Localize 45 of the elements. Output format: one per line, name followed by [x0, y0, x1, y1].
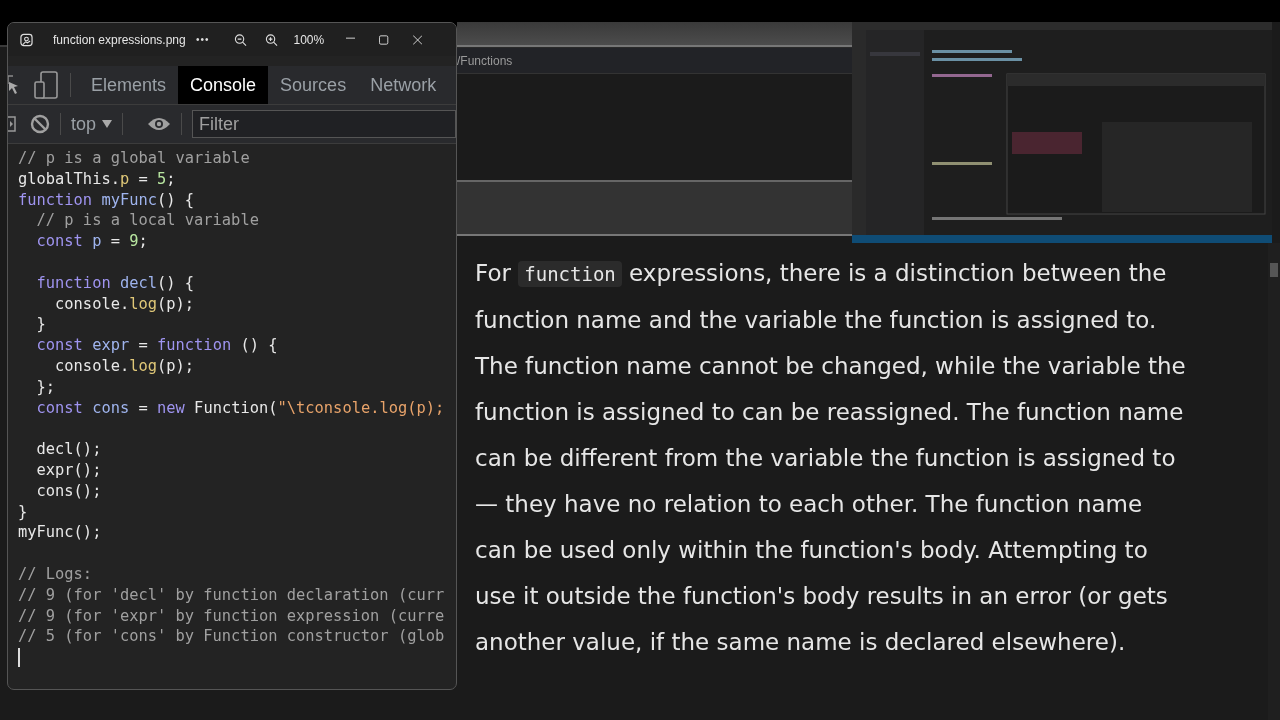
sidebar-toggle-icon[interactable]	[8, 116, 16, 132]
code-line: // 9 (for 'expr' by function expression (curre	[18, 606, 445, 625]
code-line: // p is a local variable	[35, 211, 259, 230]
code-line: cons();	[35, 481, 102, 500]
article-paragraph: For function expressions, there is a distinction between the function name and the variable the function is assigned to. The function name cannot be changed, while the variable the function is assigned to can be reassigned. The function name can be different from the variable the function is assigned to — they have no relation to each other. The function name can be used only within the function's body. Attempting to use it outside the function's body results in an error (or gets another value, if the same name is declared elsewhere).	[475, 259, 1187, 657]
clear-console-icon[interactable]	[30, 114, 50, 134]
code-line: expr();	[35, 460, 102, 479]
eye-icon[interactable]	[147, 116, 172, 132]
devtools-tab[interactable]: Elements	[79, 66, 179, 104]
more-button[interactable]: •••	[190, 34, 216, 45]
close-icon[interactable]	[412, 34, 422, 45]
code-line: // 9 (for 'decl' by function declaration (curr	[18, 585, 445, 604]
code-line: function decl() {	[35, 273, 195, 292]
breadcrumb-path: /Functions	[457, 53, 513, 68]
code-line: globalThis.p = 5;	[18, 169, 176, 188]
devtools-tab[interactable]: Network	[358, 66, 449, 104]
image-icon	[20, 32, 33, 47]
window-title: function expressions.png	[52, 32, 187, 47]
context-dropdown[interactable]: top	[71, 113, 113, 135]
scrollbar[interactable]	[1268, 243, 1280, 720]
code-line: // 5 (for 'cons' by Function constructor (glob	[18, 627, 445, 646]
code-line: };	[35, 377, 56, 396]
code-line: const p = 9;	[35, 232, 148, 251]
zoom-level: 100%	[293, 32, 325, 47]
code-line: function myFunc() {	[18, 190, 195, 209]
filter-field[interactable]: Filter	[192, 110, 456, 138]
code-line: // p is a global variable	[18, 149, 250, 167]
code-line: const cons = new Function("\tconsole.log(p);	[35, 398, 445, 417]
code-line: const expr = function () {	[35, 336, 278, 355]
caret-icon	[102, 120, 113, 128]
code-line: myFunc();	[18, 523, 102, 542]
code-line: decl();	[35, 440, 102, 459]
zoom-out-icon[interactable]	[233, 32, 247, 47]
code-line: }	[35, 315, 46, 334]
code-line: console.log(p);	[54, 356, 195, 375]
devtools-tab[interactable]: Sources	[268, 66, 359, 104]
code-line: // Logs:	[18, 564, 93, 583]
code-line: console.log(p);	[54, 294, 195, 313]
cursor-arrow-icon[interactable]	[8, 74, 20, 96]
maximize-icon[interactable]	[379, 34, 389, 45]
code-line: }	[18, 502, 28, 521]
zoom-in-icon[interactable]	[264, 32, 278, 47]
text-cursor	[18, 648, 20, 668]
device-icon[interactable]	[34, 71, 58, 99]
devtools-tab[interactable]: Console	[178, 66, 269, 104]
